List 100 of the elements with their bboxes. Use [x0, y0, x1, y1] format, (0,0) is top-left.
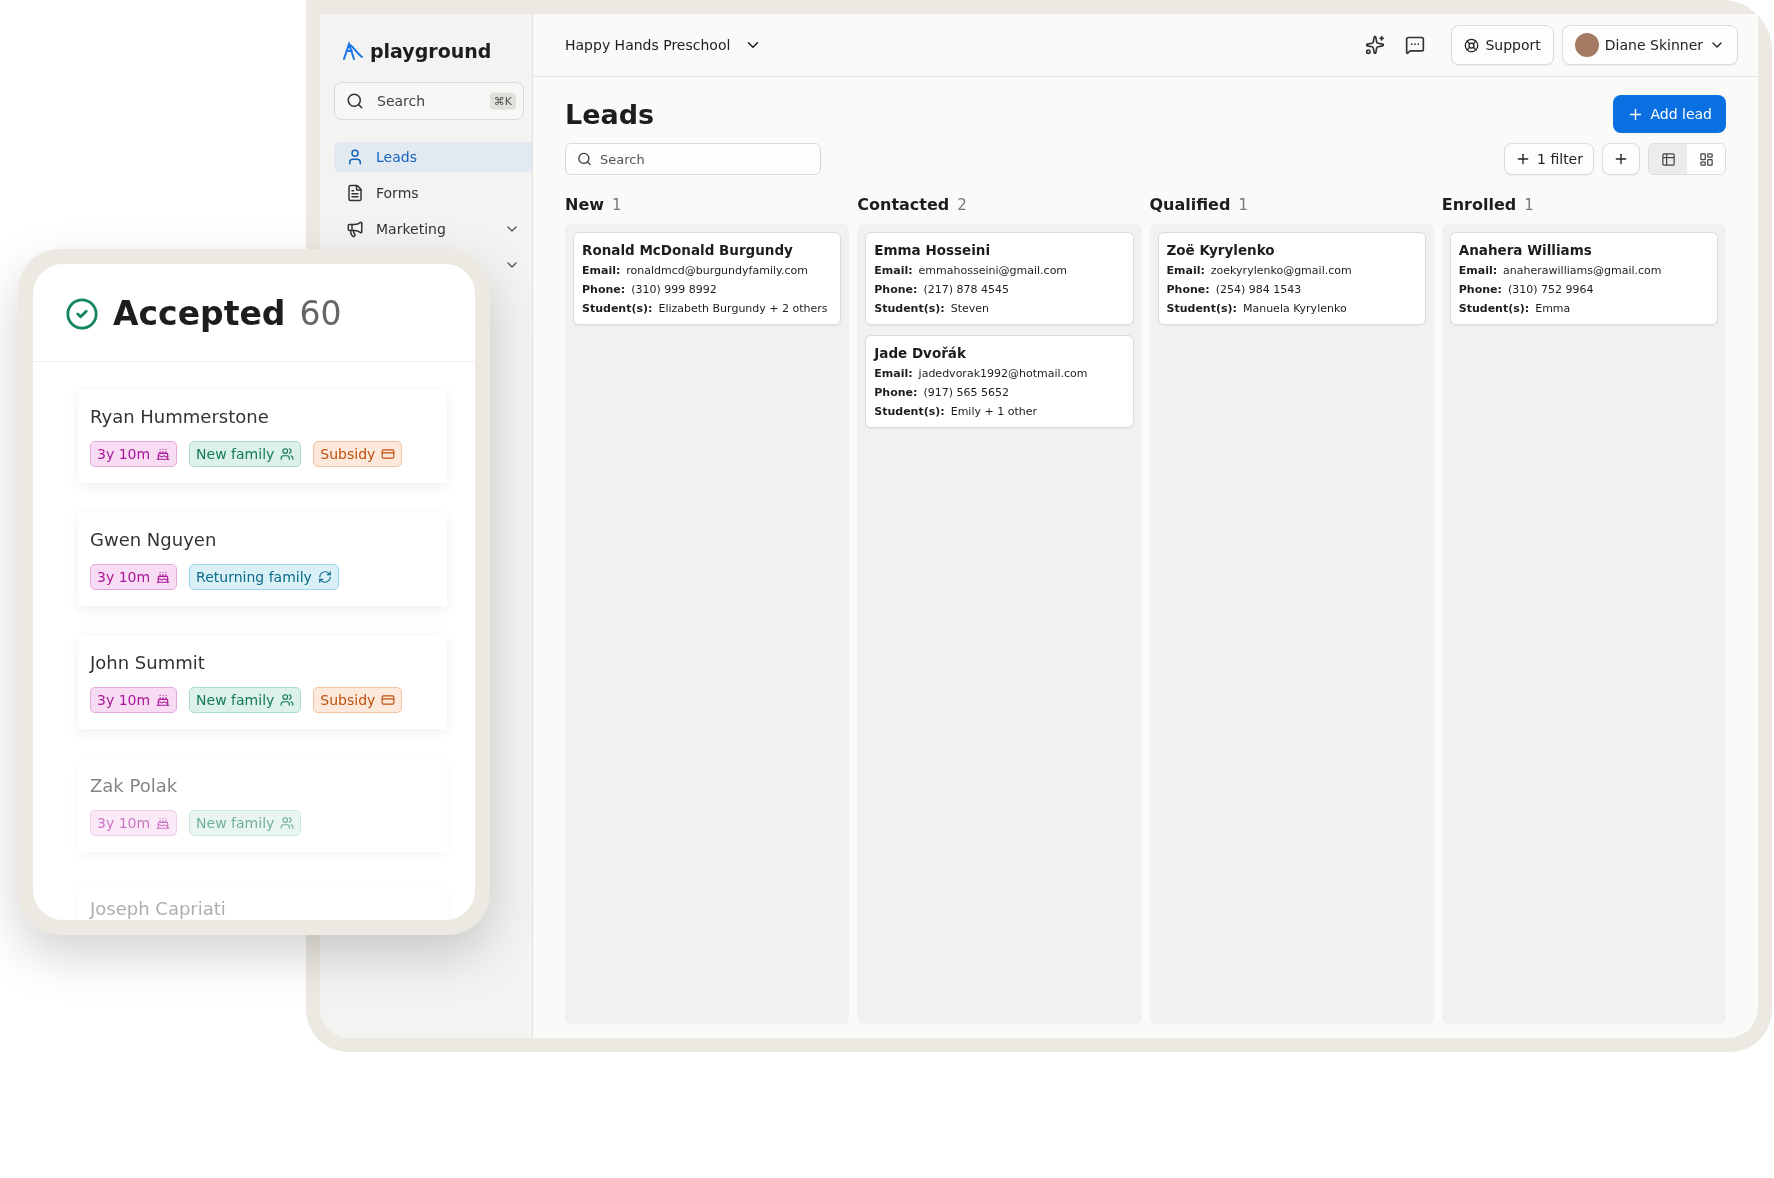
panel-count: 60 [299, 294, 342, 333]
filter-button[interactable]: 1 filter [1504, 143, 1594, 175]
lead-name: Ryan Hummerstone [90, 406, 270, 427]
lead-name: Zak Polak [90, 775, 179, 796]
tag: Returning family [189, 564, 339, 590]
field-value: Emma [1535, 302, 1571, 315]
field-label: Email: [582, 264, 621, 277]
lead-card[interactable]: Gwen Nguyen 3y 10m Returning family [78, 513, 447, 606]
tag: New family [189, 687, 302, 713]
lead-card[interactable]: Emma Hosseini Email: emmahosseini@gmail.com Phone: (217) 878 4545 Student(s): Steven [865, 232, 1134, 325]
cake-icon [156, 447, 171, 461]
column-count: 1 [612, 196, 622, 214]
brand-name: playground [370, 40, 492, 62]
megaphone-icon [346, 220, 364, 238]
check-circle-icon [65, 296, 99, 331]
column-count: 1 [1238, 196, 1248, 214]
tag: 3y 10m [90, 810, 178, 836]
field-value: Emily + 1 other [950, 405, 1037, 418]
field-value: (310) 999 8992 [631, 283, 717, 296]
field-label: Phone: [874, 386, 918, 399]
lead-name: Jade Dvořák [874, 345, 967, 361]
tag: New family [189, 810, 302, 836]
lead-name: Ronald McDonald Burgundy [582, 242, 794, 258]
lead-card[interactable]: Zak Polak 3y 10m New family [78, 759, 447, 852]
field-label: Student(s): [1458, 302, 1530, 315]
field-value: Manuela Kyrylenko [1242, 302, 1347, 315]
cake-icon [156, 693, 171, 707]
avatar [1574, 33, 1599, 57]
card-icon [381, 447, 396, 461]
shortcut-hint: ⌘K [489, 92, 516, 110]
sidebar-item[interactable]: Forms [334, 178, 532, 208]
field-value: Elizabeth Burgundy + 2 others [658, 302, 828, 315]
lifebuoy-icon [1464, 37, 1480, 53]
add-button[interactable] [1602, 143, 1640, 175]
search-field[interactable]: Search [565, 143, 821, 175]
field-value: (310) 752 9964 [1507, 283, 1594, 296]
field-label: Phone: [874, 283, 918, 296]
lead-card[interactable]: Ryan Hummerstone 3y 10m New family Subsidy [78, 390, 447, 483]
people-icon [280, 816, 295, 830]
school-name: Happy Hands Preschool [565, 37, 731, 53]
field-value: (254) 984 1543 [1215, 283, 1302, 296]
cake-icon [156, 816, 171, 830]
lead-card[interactable]: Jade Dvořák Email: jadedvorak1992@hotmail.com Phone: (917) 565 5652 Student(s): Emily + 1 other [865, 335, 1134, 428]
card-icon [381, 693, 396, 707]
tag: 3y 10m [90, 564, 178, 590]
field-value: zoekyrylenko@gmail.com [1210, 264, 1352, 277]
people-icon [280, 693, 295, 707]
column-title: Qualified [1149, 195, 1231, 214]
panel-title: Accepted [113, 294, 286, 333]
field-label: Email: [874, 264, 913, 277]
field-label: Student(s): [874, 405, 945, 418]
search-icon [346, 92, 364, 110]
board-icon [1698, 151, 1714, 167]
column-title: New [565, 195, 605, 214]
lead-name: Gwen Nguyen [90, 529, 218, 550]
sidebar-item[interactable]: Leads [334, 142, 532, 172]
field-label: Phone: [1458, 283, 1502, 296]
column-count: 1 [1524, 196, 1534, 214]
user-menu-button[interactable]: Diane Skinner [1561, 25, 1738, 65]
field-value: (917) 565 5652 [923, 386, 1009, 399]
field-value: anaherawilliams@gmail.com [1503, 264, 1662, 277]
field-value: jadedvorak1992@hotmail.com [918, 367, 1088, 380]
field-label: Email: [1166, 264, 1205, 277]
tag: 3y 10m [90, 687, 178, 713]
field-value: (217) 878 4545 [923, 283, 1009, 296]
logo-icon [342, 41, 364, 61]
field-label: Student(s): [582, 302, 653, 315]
lead-name: Emma Hosseini [874, 242, 992, 258]
lead-name: Anahera Williams [1458, 242, 1593, 258]
field-value: Steven [950, 302, 989, 315]
add-lead-button[interactable]: Add lead [1613, 95, 1726, 133]
refresh-icon [317, 570, 332, 584]
lead-name: Joseph Capriati [90, 898, 227, 919]
field-label: Email: [874, 367, 913, 380]
search-icon [577, 151, 592, 167]
plus-icon [1613, 151, 1629, 167]
lead-card[interactable]: John Summit 3y 10m New family Subsidy [78, 636, 447, 729]
lead-card[interactable]: Zoë Kyrylenko Email: zoekyrylenko@gmail.com Phone: (254) 984 1543 Student(s): Manuela Kyrylenko [1157, 232, 1426, 325]
field-label: Student(s): [874, 302, 945, 315]
support-button[interactable]: Support [1451, 25, 1554, 65]
tag: Subsidy [313, 687, 403, 713]
field-label: Phone: [1166, 283, 1210, 296]
document-icon [346, 184, 364, 202]
lead-card[interactable]: Anahera Williams Email: anaherawilliams@gmail.com Phone: (310) 752 9964 Student(s): Emma [1449, 232, 1718, 325]
field-label: Email: [1458, 264, 1498, 277]
table-icon [1660, 151, 1676, 167]
column-title: Enrolled [1441, 195, 1517, 214]
page-title: Leads [565, 98, 655, 130]
field-label: Phone: [582, 283, 626, 296]
list-view-button[interactable] [1649, 144, 1687, 174]
tag: Subsidy [313, 441, 403, 467]
sidebar-item[interactable]: Marketing [334, 214, 532, 244]
cake-icon [156, 570, 171, 584]
field-value: emmahosseini@gmail.com [918, 264, 1068, 277]
person-icon [346, 148, 364, 166]
lead-name: John Summit [90, 652, 206, 673]
lead-card[interactable]: Ronald McDonald Burgundy Email: ronaldmcd@burgundyfamily.com Phone: (310) 999 8992 Student(s): Elizabeth Burgundy + 2 others [573, 232, 842, 325]
tag: New family [189, 441, 302, 467]
lead-name: Zoë Kyrylenko [1166, 242, 1276, 258]
column-count: 2 [957, 196, 967, 214]
